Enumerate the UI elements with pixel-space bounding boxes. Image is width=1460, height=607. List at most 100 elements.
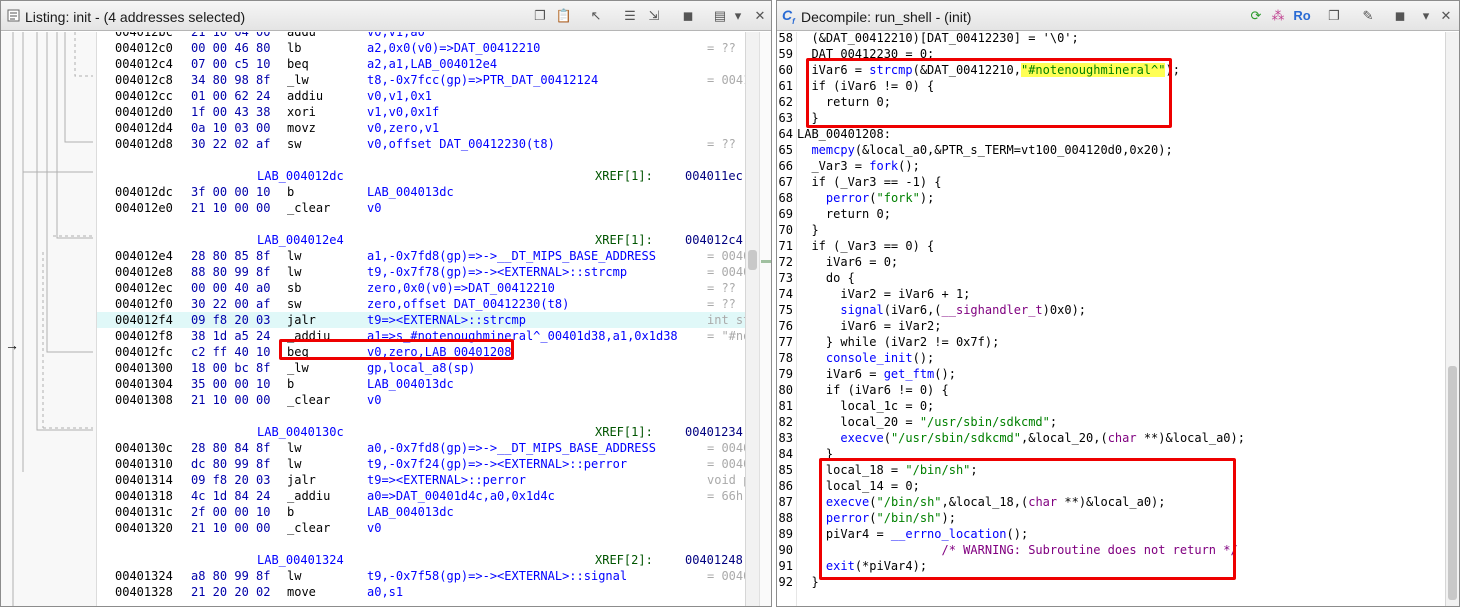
code-line[interactable]: 72 iVar6 = 0; <box>777 254 1444 270</box>
code-line[interactable]: 80 if (iVar6 != 0) { <box>777 382 1444 398</box>
instruction-row[interactable]: 004012f0 30 22 00 af sw zero,offset DAT_004… <box>97 296 745 312</box>
label-row[interactable]: LAB_004012e4 XREF[1]: 004012c4 <box>97 232 745 248</box>
close-icon[interactable]: ✕ <box>1437 7 1455 25</box>
instruction-row[interactable]: 0040131c 2f 00 00 10 b LAB_004013dc <box>97 504 745 520</box>
code-line[interactable]: 76 iVar6 = iVar2; <box>777 318 1444 334</box>
code-line[interactable]: 75 signal(iVar6,(__sighandler_t)0x0); <box>777 302 1444 318</box>
listing-rows[interactable]: 004012bc 21 10 04 00 addu v0,v1,a0 004012c0 0… <box>97 32 745 606</box>
instruction-row[interactable]: 004012e4 28 80 85 8f lw a1,-0x7fd8(gp)=>->_… <box>97 248 745 264</box>
listing-scrollbar[interactable] <box>745 32 759 606</box>
config-icon[interactable]: ▤ <box>711 7 729 25</box>
label-row[interactable]: LAB_0040130c XREF[1]: 00401234 <box>97 424 745 440</box>
xref-address[interactable]: 00401234 <box>685 424 743 440</box>
code-line[interactable]: 82 local_20 = "/usr/sbin/sdkcmd"; <box>777 414 1444 430</box>
menu-icon[interactable]: ▾ <box>729 7 747 25</box>
cursor-icon[interactable]: ↖ <box>587 7 605 25</box>
highlight-box-beq <box>279 339 514 360</box>
edit-icon[interactable]: ✎ <box>1359 7 1377 25</box>
code-line[interactable]: 69 return 0; <box>777 206 1444 222</box>
decompile-scrollbar[interactable] <box>1445 32 1459 606</box>
code-line[interactable]: 58 (&DAT_00412210)[DAT_00412230] = '\0'; <box>777 32 1444 46</box>
xref[interactable]: XREF[1]: <box>595 424 653 440</box>
line-number: 83 <box>778 431 793 445</box>
code-line[interactable]: 70 } <box>777 222 1444 238</box>
code-line[interactable]: 79 iVar6 = get_ftm(); <box>777 366 1444 382</box>
code-line[interactable]: 67 if (_Var3 == -1) { <box>777 174 1444 190</box>
close-icon[interactable]: ✕ <box>751 7 769 25</box>
code-line[interactable]: 66 _Var3 = fork(); <box>777 158 1444 174</box>
xref[interactable]: XREF[1]: <box>595 168 653 184</box>
code-text: local_1c = 0; <box>797 399 935 413</box>
label-row[interactable]: LAB_00401324 XREF[2]: 00401248 <box>97 552 745 568</box>
code-line[interactable]: 83 execve("/usr/sbin/sdkcmd",&local_20,(… <box>777 430 1444 446</box>
instruction-row[interactable]: 00401310 dc 80 99 8f lw t9,-0x7f24(gp)=>-><… <box>97 456 745 472</box>
instruction-row[interactable]: 004012bc 21 10 04 00 addu v0,v1,a0 <box>97 32 745 40</box>
xref[interactable]: XREF[1]: <box>595 232 653 248</box>
instruction-row[interactable]: 004012cc 01 00 62 24 addiu v0,v1,0x1 <box>97 88 745 104</box>
paste-icon[interactable]: 📋 <box>555 7 573 25</box>
code-line[interactable]: 81 local_1c = 0; <box>777 398 1444 414</box>
refresh-icon[interactable]: ⟳ <box>1247 7 1265 25</box>
decompile-title: Decompile: run_shell - (init) <box>801 9 972 25</box>
xref-address[interactable]: 004012c4 <box>685 232 743 248</box>
instruction-mnemonic: b <box>287 185 295 199</box>
instruction-row[interactable]: 00401304 35 00 00 10 b LAB_004013dc <box>97 376 745 392</box>
listing-panel[interactable]: Listing: init - (4 addresses selected) ❐… <box>0 0 772 607</box>
code-line[interactable]: 68 perror("fork"); <box>777 190 1444 206</box>
instruction-row[interactable]: 004012d4 0a 10 03 00 movz v0,zero,v1 <box>97 120 745 136</box>
snapshot-icon[interactable]: ◼ <box>1391 7 1409 25</box>
code-text: iVar6 = 0; <box>797 255 899 269</box>
instruction-row[interactable]: 004012d0 1f 00 43 38 xori v1,v0,0x1f <box>97 104 745 120</box>
instruction-row[interactable]: 00401318 4c 1d 84 24 _addiu a0=>DAT_00401d4… <box>97 488 745 504</box>
instruction-bytes: 4c 1d 84 24 <box>191 489 271 503</box>
code-text: execve("/usr/sbin/sdkcmd",&local_20,(cha… <box>840 431 1245 445</box>
bookmark-icon[interactable]: ☰ <box>621 7 639 25</box>
label-row[interactable]: LAB_004012dc XREF[1]: 004011ec <box>97 168 745 184</box>
code-line[interactable]: 71 if (_Var3 == 0) { <box>777 238 1444 254</box>
instruction-row[interactable]: 004012c8 34 80 98 8f _lw t8,-0x7fcc(gp)=>PT… <box>97 72 745 88</box>
instruction-row[interactable]: 004012e0 21 10 00 00 _clear v0 <box>97 200 745 216</box>
code-line[interactable]: 77 } while (iVar2 != 0x7f); <box>777 334 1444 350</box>
code-line[interactable]: 74 iVar2 = iVar6 + 1; <box>777 286 1444 302</box>
snapshot-icon[interactable]: ◼ <box>679 7 697 25</box>
instruction-row[interactable]: 004012d8 30 22 02 af sw v0,offset DAT_00412… <box>97 136 745 152</box>
xref-address[interactable]: 00401248 <box>685 552 743 568</box>
blank-row <box>97 216 745 232</box>
instruction-row[interactable]: 004012dc 3f 00 00 10 b LAB_004013dc <box>97 184 745 200</box>
xref[interactable]: XREF[2]: <box>595 552 653 568</box>
graph-icon[interactable]: ⁂ <box>1269 7 1287 25</box>
menu-icon[interactable]: ▾ <box>1417 7 1435 25</box>
highlight-box-strcmp <box>806 58 1172 128</box>
copy-icon[interactable]: ❐ <box>531 7 549 25</box>
code-line[interactable]: 73 do { <box>777 270 1444 286</box>
instruction-row[interactable]: 004012ec 00 00 40 a0 sb zero,0x0(v0)=>DAT_0… <box>97 280 745 296</box>
instruction-row[interactable]: 00401300 18 00 bc 8f _lw gp,local_a8(sp) <box>97 360 745 376</box>
instruction-row[interactable]: 00401320 21 10 00 00 _clear v0 <box>97 520 745 536</box>
instruction-row[interactable]: 004012c0 00 00 46 80 lb a2,0x0(v0)=>DAT_004… <box>97 40 745 56</box>
instruction-operands: LAB_004013dc <box>367 185 454 199</box>
code-text: iVar6 = get_ftm(); <box>797 367 956 381</box>
xref-address[interactable]: 004011ec <box>685 168 743 184</box>
instruction-mnemonic: _addiu <box>287 489 331 503</box>
listing-scroll-thumb[interactable] <box>748 250 757 270</box>
decompile-scroll-thumb[interactable] <box>1448 366 1457 600</box>
overview-bar[interactable] <box>759 32 771 606</box>
instruction-row[interactable]: 0040130c 28 80 84 8f lw a0,-0x7fd8(gp)=>->_… <box>97 440 745 456</box>
instruction-row[interactable]: 00401308 21 10 00 00 _clear v0 <box>97 392 745 408</box>
code-text: if (_Var3 == -1) { <box>797 175 942 189</box>
instruction-mnemonic: addiu <box>287 89 324 103</box>
code-line[interactable]: 65 memcpy(&local_a0,&PTR_s_TERM=vt100_00… <box>777 142 1444 158</box>
decompile-panel[interactable]: Cf Decompile: run_shell - (init) ⟳ ⁂ Ro … <box>776 0 1460 607</box>
instruction-row[interactable]: 00401324 a8 80 99 8f lw t9,-0x7f58(gp)=>-><… <box>97 568 745 584</box>
code-line[interactable]: 64 LAB_00401208: <box>777 126 1444 142</box>
instruction-row[interactable]: 004012e8 88 80 99 8f lw t9,-0x7f78(gp)=>-><… <box>97 264 745 280</box>
filter-icon[interactable]: ⇲ <box>645 7 663 25</box>
instruction-row[interactable]: 004012c4 07 00 c5 10 beq a2,a1,LAB_004012e4 <box>97 56 745 72</box>
copy-icon[interactable]: ❐ <box>1325 7 1343 25</box>
read-only-toggle[interactable]: Ro <box>1289 7 1315 25</box>
code-line[interactable]: 78 console_init(); <box>777 350 1444 366</box>
instruction-bytes: 3f 00 00 10 <box>191 185 271 199</box>
instruction-row[interactable]: 00401314 09 f8 20 03 jalr t9=><EXTERNAL>::p… <box>97 472 745 488</box>
instruction-row[interactable]: 00401328 21 20 20 02 move a0,s1 <box>97 584 745 600</box>
instruction-row[interactable]: 004012f4 09 f8 20 03 jalr t9=><EXTERNAL>::s… <box>97 312 745 328</box>
